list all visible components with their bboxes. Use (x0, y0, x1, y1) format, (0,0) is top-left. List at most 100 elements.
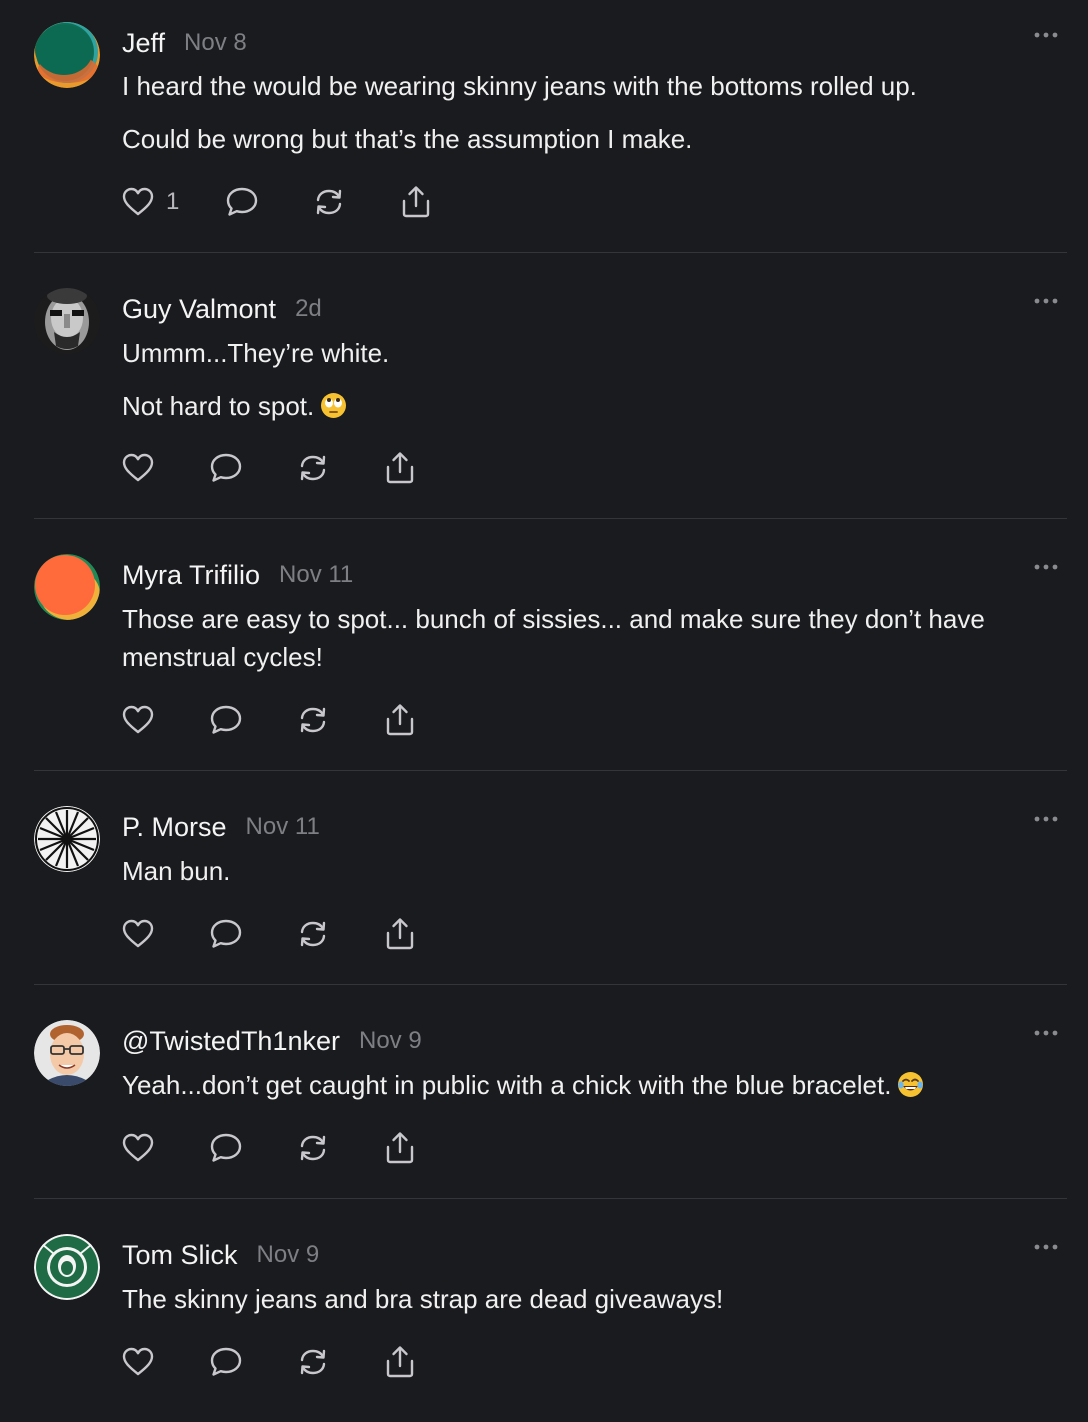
author-name[interactable]: Myra Trifilio (122, 560, 260, 591)
post: Guy Valmont 2d Ummm...They’re white. Not… (34, 266, 1067, 518)
share-button[interactable] (384, 702, 416, 738)
divider (34, 518, 1067, 519)
green-orange-circle-avatar (34, 22, 100, 88)
post-body: Those are easy to spot... bunch of sissi… (122, 600, 1062, 676)
share-upload-icon (386, 704, 414, 736)
post-header: Myra Trifilio Nov 11 (122, 556, 353, 594)
avatar[interactable] (34, 554, 100, 620)
action-bar (122, 1130, 442, 1166)
author-name[interactable]: Guy Valmont (122, 294, 276, 325)
post-header: Guy Valmont 2d (122, 290, 322, 328)
more-options-button[interactable] (1033, 1026, 1059, 1040)
post-date: Nov 9 (256, 1241, 320, 1268)
reply-button[interactable] (209, 450, 243, 486)
speech-bubble-icon (226, 187, 258, 216)
like-button[interactable] (122, 1130, 154, 1166)
reply-button[interactable] (225, 184, 259, 220)
heart-icon (122, 1133, 154, 1162)
repost-arrows-icon (300, 455, 326, 481)
post-text: Ummm...They’re white. (122, 338, 390, 368)
heart-icon (122, 919, 154, 948)
cartoon-face-avatar (34, 1020, 100, 1086)
ellipsis-icon (1034, 32, 1058, 38)
post-date: 2d (295, 295, 322, 322)
post-text: Could be wrong but that’s the assumption… (122, 124, 693, 154)
ellipsis-icon (1034, 298, 1058, 304)
ellipsis-icon (1034, 564, 1058, 570)
action-bar: 1 (122, 184, 442, 220)
post-text: Not hard to spot. (122, 387, 1062, 425)
share-button[interactable] (384, 916, 416, 952)
post: Jeff Nov 8 I heard the would be wearing … (34, 0, 1067, 252)
reply-button[interactable] (209, 1344, 243, 1380)
more-options-button[interactable] (1033, 1240, 1059, 1254)
author-name[interactable]: @TwistedTh1nker (122, 1026, 340, 1057)
repost-button[interactable] (296, 1130, 330, 1166)
like-button[interactable] (122, 1344, 154, 1380)
share-button[interactable] (384, 1130, 416, 1166)
reply-button[interactable] (209, 702, 243, 738)
speech-bubble-icon (210, 1133, 242, 1162)
reply-button[interactable] (209, 916, 243, 952)
author-name[interactable]: P. Morse (122, 812, 227, 843)
repost-arrows-icon (300, 1349, 326, 1375)
action-bar (122, 450, 442, 486)
post-text: Man bun. (122, 856, 231, 886)
post-header: Jeff Nov 8 (122, 24, 247, 62)
heart-icon (122, 1347, 154, 1376)
avatar[interactable] (34, 806, 100, 872)
share-button[interactable] (400, 184, 432, 220)
laughing-tears-emoji (897, 1071, 924, 1098)
more-options-button[interactable] (1033, 294, 1059, 308)
post-body: Ummm...They’re white. Not hard to spot. (122, 334, 1062, 425)
speech-bubble-icon (210, 705, 242, 734)
post-text: I heard the would be wearing skinny jean… (122, 71, 917, 101)
speech-bubble-icon (210, 453, 242, 482)
post-header: P. Morse Nov 11 (122, 808, 320, 846)
repost-button[interactable] (296, 916, 330, 952)
heart-icon (122, 187, 154, 216)
repost-button[interactable] (296, 450, 330, 486)
like-button[interactable] (122, 702, 154, 738)
reply-button[interactable] (209, 1130, 243, 1166)
like-count: 1 (166, 188, 180, 215)
post-body: Yeah...don’t get caught in public with a… (122, 1066, 1062, 1104)
share-upload-icon (386, 1132, 414, 1164)
post: @TwistedTh1nker Nov 9 Yeah...don’t get c… (34, 998, 1067, 1198)
heart-icon (122, 705, 154, 734)
post: P. Morse Nov 11 Man bun. (34, 784, 1067, 984)
more-options-button[interactable] (1033, 560, 1059, 574)
share-button[interactable] (384, 450, 416, 486)
like-button[interactable] (122, 916, 154, 952)
repost-button[interactable] (312, 184, 346, 220)
avatar[interactable] (34, 1234, 100, 1300)
more-options-button[interactable] (1033, 812, 1059, 826)
eye-roll-emoji (320, 392, 347, 419)
ellipsis-icon (1034, 1244, 1058, 1250)
like-button[interactable]: 1 (122, 184, 179, 220)
share-upload-icon (386, 1346, 414, 1378)
post-date: Nov 11 (279, 561, 354, 588)
share-upload-icon (386, 452, 414, 484)
avatar[interactable] (34, 22, 100, 88)
repost-button[interactable] (296, 1344, 330, 1380)
post-body: I heard the would be wearing skinny jean… (122, 67, 1062, 158)
heart-icon (122, 453, 154, 482)
divider (34, 984, 1067, 985)
avatar[interactable] (34, 1020, 100, 1086)
repost-arrows-icon (300, 707, 326, 733)
share-button[interactable] (384, 1344, 416, 1380)
post-text: The skinny jeans and bra strap are dead … (122, 1284, 724, 1314)
share-upload-icon (402, 186, 430, 218)
repost-button[interactable] (296, 702, 330, 738)
post-text-content: Yeah...don’t get caught in public with a… (122, 1070, 892, 1100)
avatar[interactable] (34, 288, 100, 354)
divider (34, 770, 1067, 771)
author-name[interactable]: Tom Slick (122, 1240, 238, 1271)
post: Myra Trifilio Nov 11 Those are easy to s… (34, 532, 1067, 770)
author-name[interactable]: Jeff (122, 28, 165, 59)
speech-bubble-icon (210, 919, 242, 948)
more-options-button[interactable] (1033, 28, 1059, 42)
post-text: Yeah...don’t get caught in public with a… (122, 1066, 1062, 1104)
like-button[interactable] (122, 450, 154, 486)
